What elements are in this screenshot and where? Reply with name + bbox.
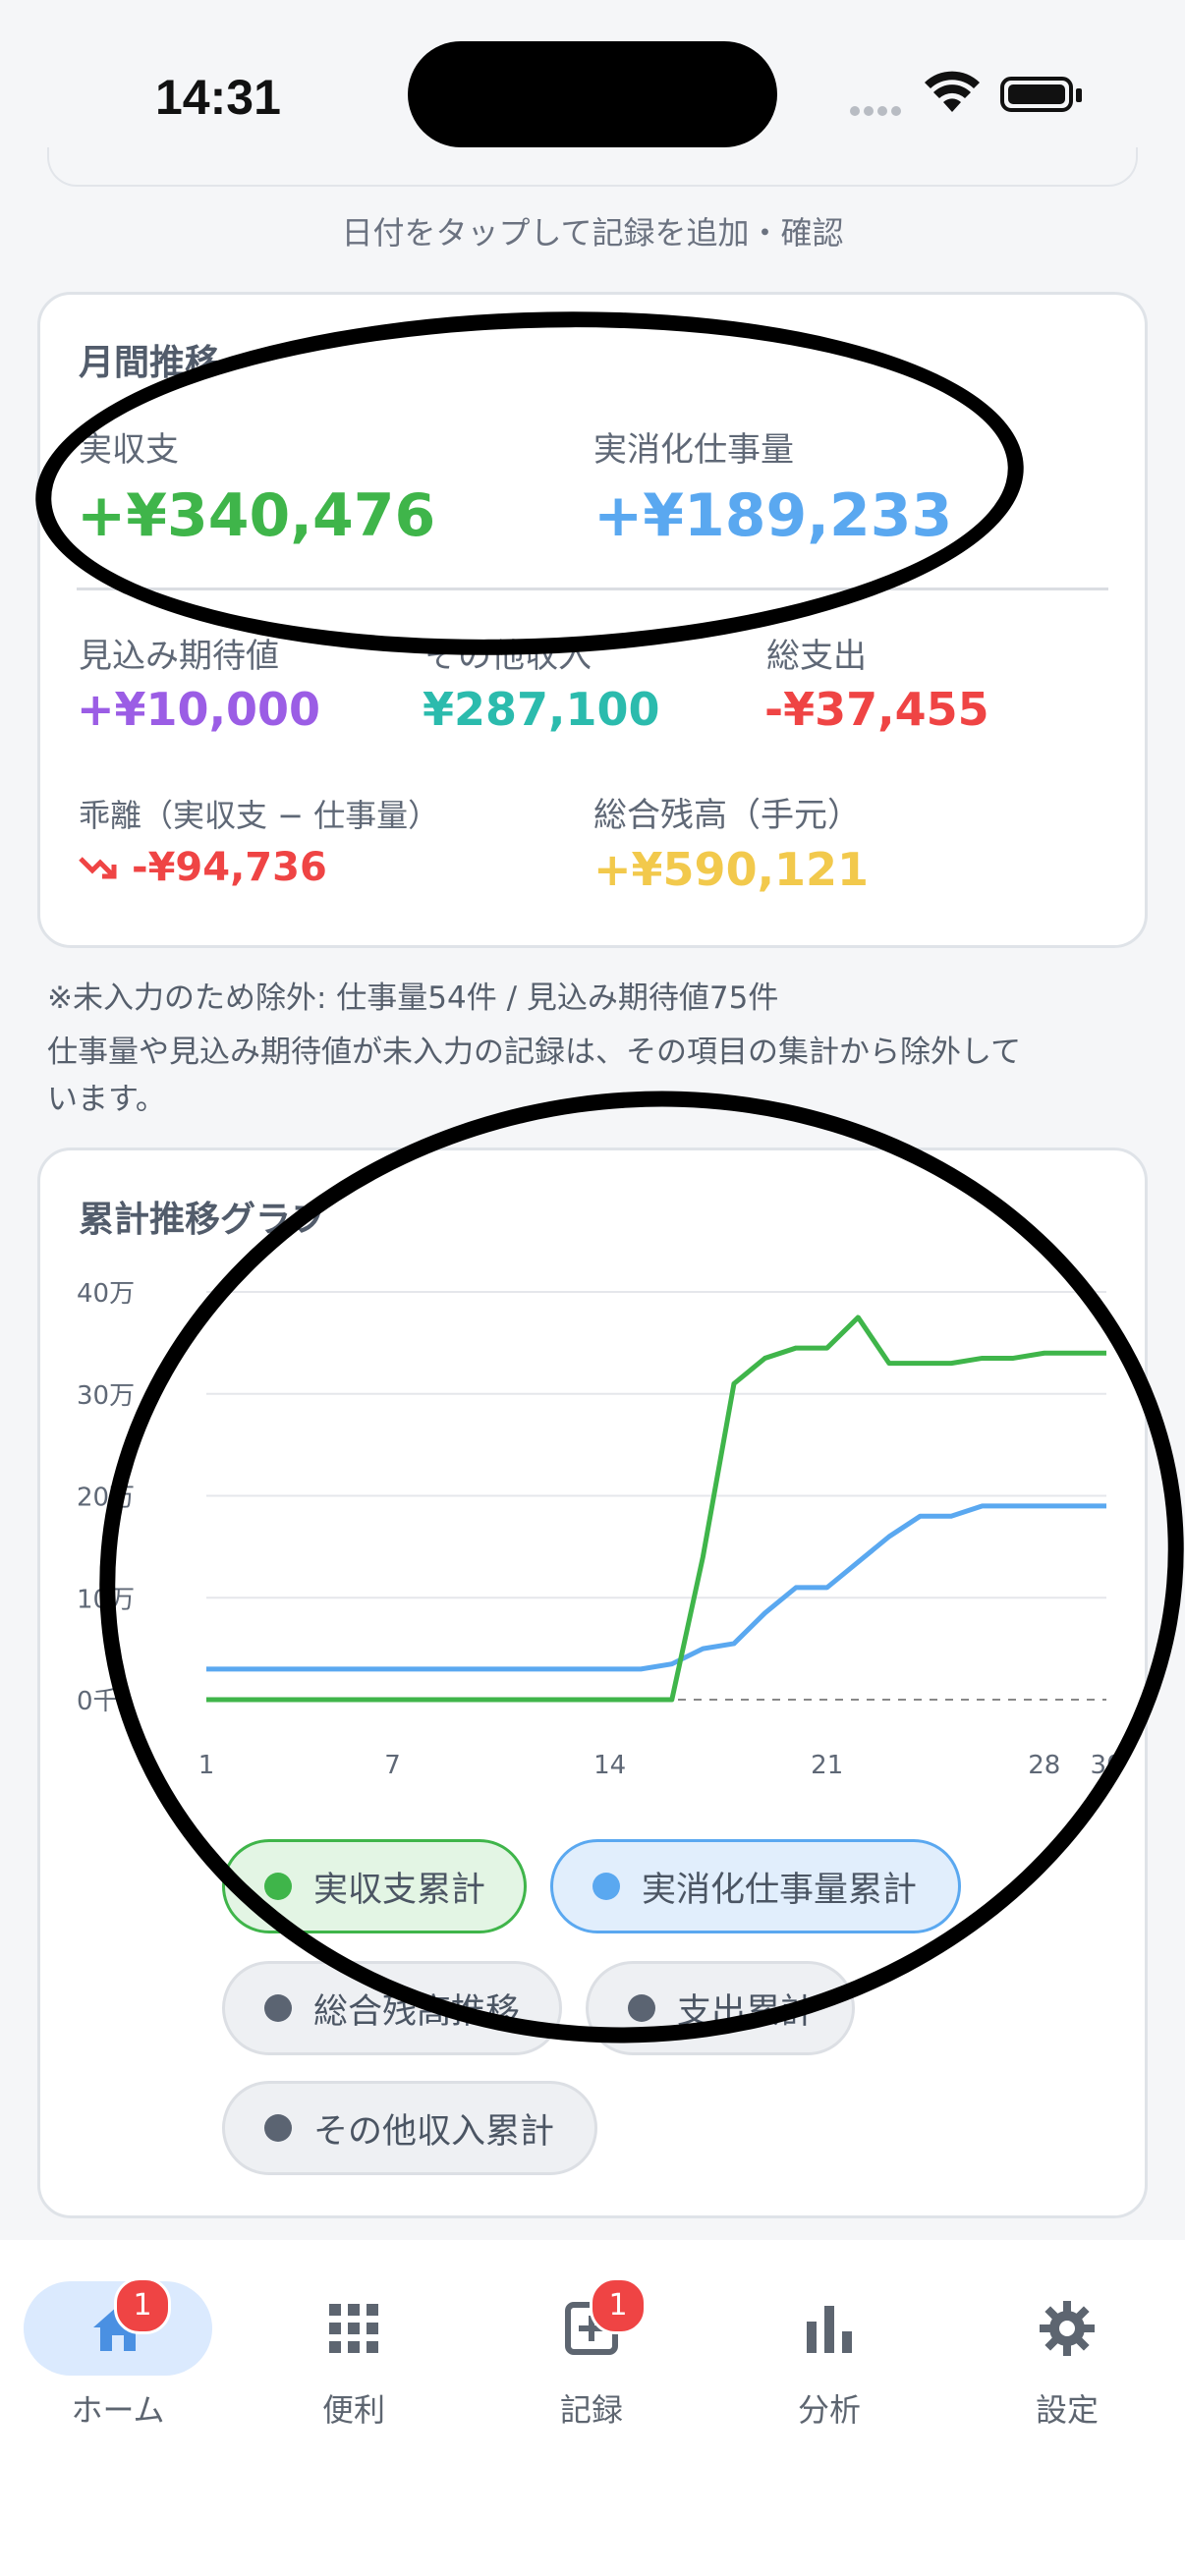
record-badge: 1 — [590, 2277, 647, 2334]
balance-value: +¥590,121 — [593, 843, 870, 896]
tab-analysis[interactable]: 分析 — [731, 2289, 928, 2431]
other-income-value: ¥287,100 — [423, 683, 660, 736]
excluded-explanation-cont: います。 — [47, 1082, 166, 1117]
tab-home-label: ホーム — [71, 2391, 165, 2429]
tab-settings[interactable]: 設定 — [969, 2289, 1165, 2431]
legend-other-income[interactable]: その他収入累計 — [222, 2081, 597, 2175]
home-badge: 1 — [114, 2277, 171, 2334]
tab-analysis-label: 分析 — [797, 2391, 861, 2429]
cellular-signal-icon — [850, 101, 905, 120]
gear-icon — [969, 2289, 1165, 2368]
y-tick-label: 0千 — [77, 1687, 119, 1716]
legend-dot — [264, 1994, 292, 2022]
tab-record-label: 記録 — [559, 2391, 623, 2429]
bar-chart-icon — [731, 2289, 928, 2368]
wifi-icon — [924, 71, 981, 118]
expected-label: 見込み期待値 — [79, 637, 279, 676]
gap-label: 乖離（実収支 − 仕事量） — [79, 797, 440, 834]
total-expense-label: 総支出 — [766, 637, 867, 676]
tab-tools-label: 便利 — [321, 2391, 385, 2429]
gap-value: -¥94,736 — [132, 845, 327, 890]
calendar-card-edge — [47, 147, 1138, 187]
legend-label: その他収入累計 — [313, 2111, 555, 2152]
balance-label: 総合残高（手元） — [593, 796, 861, 835]
grid-icon — [255, 2289, 452, 2368]
status-time: 14:31 — [155, 70, 281, 125]
tab-settings-label: 設定 — [1035, 2391, 1099, 2429]
legend-dot — [264, 2114, 292, 2142]
calendar-hint: 日付をタップして記録を追加・確認 — [341, 214, 844, 252]
battery-icon — [1000, 77, 1073, 112]
trend-down-icon — [79, 853, 118, 886]
y-tick-label: 30万 — [77, 1381, 135, 1411]
expected-value: +¥10,000 — [77, 683, 321, 736]
dynamic-island — [408, 41, 777, 147]
y-tick-label: 40万 — [77, 1279, 135, 1309]
tab-tools[interactable]: 便利 — [255, 2289, 452, 2431]
excluded-note: ※未入力のため除外: 仕事量54件 / 見込み期待値75件 — [47, 980, 779, 1016]
battery-cap — [1076, 88, 1082, 102]
excluded-explanation: 仕事量や見込み期待値が未入力の記録は、その項目の集計から除外して — [47, 1035, 1022, 1070]
total-expense-value: -¥37,455 — [764, 683, 989, 736]
